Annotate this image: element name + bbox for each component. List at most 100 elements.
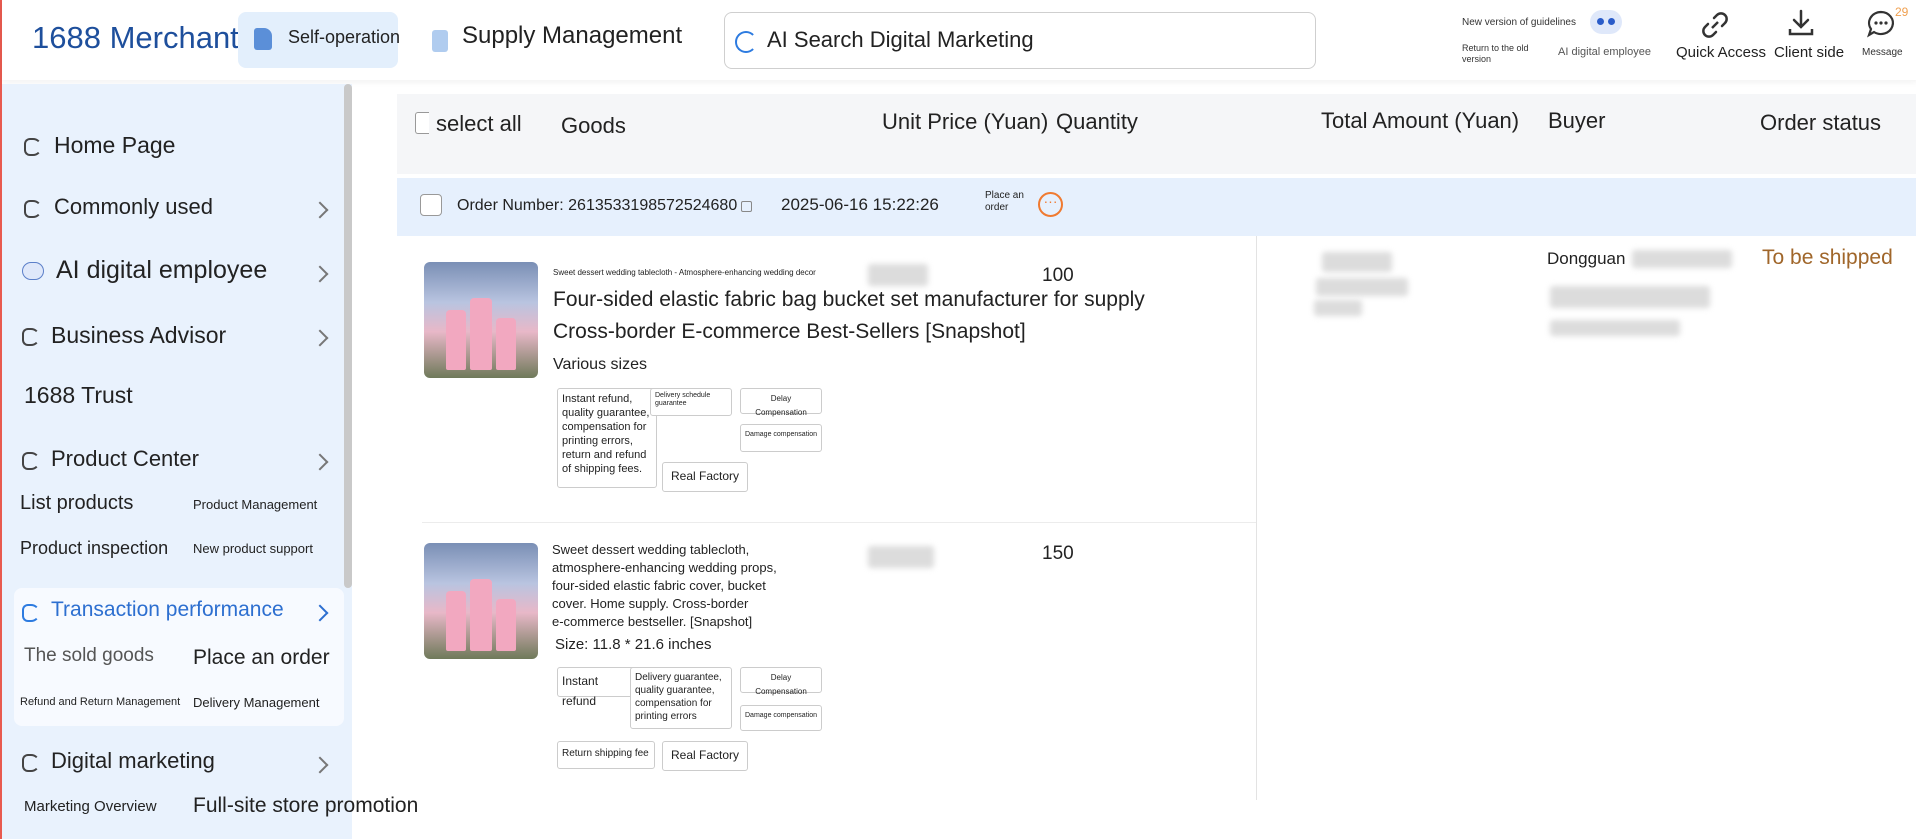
- home-icon: [24, 138, 42, 156]
- item2-tag-damage: Damage compensation: [740, 705, 822, 731]
- item1-title-line1[interactable]: Four-sided elastic fabric bag bucket set…: [553, 288, 1145, 312]
- sidebar-item-product-center[interactable]: Product Center: [22, 446, 334, 476]
- sidebar-item-label: Digital marketing: [51, 748, 215, 773]
- chat-bubble-icon[interactable]: ···: [1038, 192, 1063, 217]
- product-thumbnail[interactable]: [424, 543, 538, 659]
- column-divider: [1256, 236, 1257, 800]
- product-thumbnail[interactable]: [424, 262, 538, 378]
- self-operation-button[interactable]: Self-operation: [238, 12, 400, 68]
- advisor-icon: [22, 328, 40, 346]
- item2-spec: Size: 11.8 * 21.6 inches: [555, 636, 712, 653]
- item2-tag-factory: Real Factory: [662, 741, 748, 771]
- item2-title-line: Sweet dessert wedding tablecloth,: [552, 542, 750, 557]
- total-amount-redacted-3: [1314, 300, 1362, 316]
- item2-quantity: 150: [1042, 543, 1074, 564]
- sidebar-item-digital-marketing[interactable]: Digital marketing: [22, 748, 334, 778]
- message-icon[interactable]: [1866, 9, 1896, 39]
- building-icon: [432, 30, 448, 52]
- sidebar-item-trust[interactable]: 1688 Trust: [24, 382, 133, 409]
- item2-tag-delivery: Delivery guarantee, quality guarantee, c…: [630, 667, 732, 729]
- place-order-label: Place an order: [985, 190, 1024, 213]
- item2-title-line: four-sided elastic fabric cover, bucket: [552, 578, 766, 593]
- column-quantity: Quantity: [1056, 109, 1138, 134]
- sidebar-item-home[interactable]: Home Page: [24, 132, 324, 162]
- item2-title-line: atmosphere-enhancing wedding props,: [552, 560, 777, 575]
- item-divider: [422, 522, 1256, 523]
- buyer-phone-redacted: [1550, 320, 1680, 336]
- store-icon: [254, 28, 272, 50]
- sidebar-item-transaction-performance[interactable]: Transaction performance: [22, 598, 334, 628]
- chevron-right-icon: [311, 756, 329, 774]
- item2-unit-price-redacted: [868, 546, 934, 568]
- pin-icon: [24, 200, 42, 218]
- chevron-right-icon: [311, 604, 329, 622]
- new-version-link[interactable]: New version of guidelines: [1462, 17, 1576, 29]
- sidebar-subitem-place-order[interactable]: Place an order: [193, 646, 330, 670]
- sidebar-subitem-refund-return[interactable]: Refund and Return Management: [20, 696, 180, 708]
- merchant-page: 1688 Merchant Self-operation Supply Mana…: [0, 0, 1916, 839]
- item2-tag-delay: Delay Compensation: [740, 667, 822, 696]
- brand-logo[interactable]: 1688 Merchant: [32, 20, 239, 56]
- robot-icon: [22, 262, 44, 280]
- search-input[interactable]: [767, 23, 1297, 57]
- sidebar-subitem-marketing-overview[interactable]: Marketing Overview: [24, 798, 157, 815]
- ai-employee-label[interactable]: AI digital employee: [1558, 46, 1651, 58]
- item1-title-line2[interactable]: Cross-border E-commerce Best-Sellers [Sn…: [553, 320, 1026, 344]
- sidebar-subitem-new-product-support[interactable]: New product support: [193, 541, 313, 556]
- order-datetime: 2025-06-16 15:22:26: [781, 195, 939, 214]
- marketing-icon: [22, 754, 40, 772]
- sidebar-item-business-advisor[interactable]: Business Advisor: [22, 322, 334, 352]
- return-old-version-link[interactable]: Return to the old version: [1462, 43, 1542, 65]
- download-icon[interactable]: [1786, 8, 1816, 38]
- item1-small-title: Sweet dessert wedding tablecloth - Atmos…: [553, 268, 816, 277]
- sidebar-item-label: Product Center: [51, 446, 199, 471]
- message-count-badge: 29: [1895, 5, 1909, 19]
- product-icon: [22, 452, 40, 470]
- ai-employee-icon[interactable]: [1590, 10, 1622, 34]
- buyer-city: Dongguan: [1547, 249, 1626, 268]
- message-label[interactable]: Message: [1862, 47, 1903, 59]
- column-order-status: Order status: [1760, 110, 1882, 135]
- supply-management-button[interactable]: Supply Management: [426, 22, 686, 56]
- item2-tag-shipping: Return shipping fee: [557, 741, 655, 769]
- sidebar-subitem-sold-goods[interactable]: The sold goods: [24, 645, 154, 667]
- column-total-amount: Total Amount (Yuan): [1321, 108, 1520, 133]
- buyer-address-redacted: [1550, 286, 1710, 308]
- quick-access-label[interactable]: Quick Access: [1676, 44, 1766, 61]
- sidebar-item-label: Transaction performance: [51, 598, 284, 621]
- select-all-checkbox[interactable]: [415, 112, 429, 134]
- sidebar-item-commonly-used[interactable]: Commonly used: [24, 194, 334, 224]
- sidebar-item-label: AI digital employee: [56, 256, 268, 284]
- item2-title[interactable]: Sweet dessert wedding tablecloth, atmosp…: [552, 541, 777, 631]
- sidebar-subitem-product-management[interactable]: Product Management: [193, 497, 317, 512]
- chevron-right-icon: [311, 453, 329, 471]
- order-checkbox[interactable]: [420, 194, 442, 216]
- column-unit-price: Unit Price (Yuan): [882, 109, 1049, 134]
- sidebar-subitem-delivery-management[interactable]: Delivery Management: [193, 695, 319, 710]
- buyer-name-redacted: [1632, 250, 1732, 268]
- sidebar-subitem-full-site-promotion[interactable]: Full-site store promotion: [193, 794, 418, 818]
- transaction-icon: [22, 604, 40, 622]
- order-number: Order Number: 2613533198572524680: [457, 197, 738, 214]
- total-amount-redacted: [1322, 252, 1392, 272]
- search-box[interactable]: [724, 12, 1316, 69]
- link-icon[interactable]: [1700, 10, 1730, 40]
- item2-title-line: e-commerce bestseller. [Snapshot]: [552, 614, 753, 629]
- sidebar-scrollbar[interactable]: [344, 84, 352, 588]
- item2-title-line: cover. Home supply. Cross-border: [552, 596, 749, 611]
- select-all-label[interactable]: select all: [436, 111, 522, 137]
- sidebar-subitem-list-products[interactable]: List products: [20, 492, 133, 515]
- client-side-label[interactable]: Client side: [1774, 44, 1844, 61]
- sidebar-item-label: Home Page: [54, 132, 176, 158]
- item1-quantity: 100: [1042, 265, 1074, 286]
- item1-tag-damage: Damage compensation: [740, 424, 822, 452]
- item1-tag-refund: Instant refund, quality guarantee, compe…: [557, 388, 657, 488]
- item1-tag-factory: Real Factory: [662, 462, 748, 492]
- item1-tag-delivery: Delivery schedule guarantee: [650, 388, 732, 416]
- column-goods: Goods: [561, 113, 626, 138]
- sidebar-item-ai-employee[interactable]: AI digital employee: [22, 256, 334, 286]
- sidebar-subitem-product-inspection[interactable]: Product inspection: [20, 538, 168, 559]
- supply-management-label: Supply Management: [462, 22, 683, 49]
- copy-icon[interactable]: [741, 201, 752, 212]
- total-amount-redacted-2: [1316, 278, 1408, 296]
